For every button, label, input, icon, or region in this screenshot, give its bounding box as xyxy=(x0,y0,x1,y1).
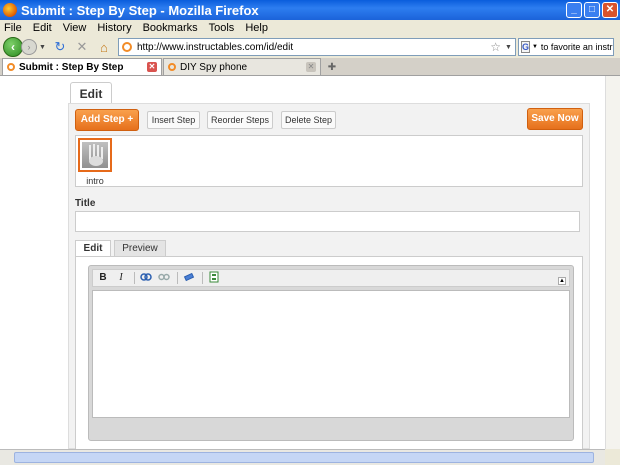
bold-icon[interactable]: B xyxy=(95,271,111,285)
title-label: Title xyxy=(75,198,96,209)
search-dropdown-icon[interactable]: ▼ xyxy=(532,44,538,50)
unlink-icon[interactable] xyxy=(156,271,172,285)
editor-tab-preview[interactable]: Preview xyxy=(114,240,166,256)
tab-submit[interactable]: Submit : Step By Step ✕ xyxy=(2,58,162,75)
window-controls: _ □ ✕ xyxy=(564,2,618,18)
menu-file[interactable]: File xyxy=(4,22,22,34)
vertical-scrollbar[interactable] xyxy=(605,76,620,449)
forward-icon[interactable]: › xyxy=(21,39,37,55)
edit-panel: Add Step + Insert Step Reorder Steps Del… xyxy=(68,103,590,450)
home-icon[interactable]: ⌂ xyxy=(96,39,112,55)
tab-diy-spy-phone[interactable]: DIY Spy phone ✕ xyxy=(163,58,321,75)
page-content: Edit Add Step + Insert Step Reorder Step… xyxy=(0,76,605,450)
menu-edit[interactable]: Edit xyxy=(33,22,52,34)
insert-step-button[interactable]: Insert Step xyxy=(147,111,200,129)
new-tab-icon[interactable]: ✚ xyxy=(324,61,340,75)
firefox-icon xyxy=(3,3,17,17)
close-window-button[interactable]: ✕ xyxy=(602,2,618,18)
back-icon[interactable]: ‹ xyxy=(3,37,23,57)
italic-icon[interactable]: I xyxy=(113,271,129,285)
menu-tools[interactable]: Tools xyxy=(209,22,235,34)
tab-close-icon[interactable]: ✕ xyxy=(306,62,316,72)
window-titlebar: Submit : Step By Step - Mozilla Firefox … xyxy=(0,0,620,20)
google-search-icon[interactable]: G xyxy=(520,41,530,53)
scrollbar-corner xyxy=(605,449,620,465)
menu-history[interactable]: History xyxy=(97,22,131,34)
menu-bar: File Edit View History Bookmarks Tools H… xyxy=(0,20,620,36)
toolbar-separator xyxy=(177,272,178,284)
tab-close-icon[interactable]: ✕ xyxy=(147,62,157,72)
add-step-button[interactable]: Add Step + xyxy=(75,109,139,131)
delete-step-button[interactable]: Delete Step xyxy=(281,111,336,129)
navigation-bar: ‹ › ▼ ↻ ✕ ⌂ http://www.instructables.com… xyxy=(0,36,620,58)
stop-icon[interactable]: ✕ xyxy=(74,39,90,55)
menu-view[interactable]: View xyxy=(63,22,87,34)
editor-tab-edit[interactable]: Edit xyxy=(75,240,111,256)
link-icon[interactable] xyxy=(138,271,154,285)
tab-label: Submit : Step By Step xyxy=(19,61,124,73)
menu-bookmarks[interactable]: Bookmarks xyxy=(143,22,198,34)
tab-bar: Submit : Step By Step ✕ DIY Spy phone ✕ … xyxy=(0,58,620,76)
url-dropdown-icon[interactable]: ▼ xyxy=(505,44,512,51)
window-title: Submit : Step By Step - Mozilla Firefox xyxy=(21,2,259,18)
search-bar[interactable]: G ▼ to favorite an instru xyxy=(517,38,614,56)
menu-help[interactable]: Help xyxy=(245,22,268,34)
step-thumbnail-label: intro xyxy=(86,176,104,186)
url-text[interactable]: http://www.instructables.com/id/edit xyxy=(137,42,490,53)
reload-icon[interactable]: ↻ xyxy=(52,39,68,55)
history-dropdown-icon[interactable]: ▼ xyxy=(39,44,46,51)
step-thumbnail[interactable] xyxy=(78,138,112,172)
rich-text-editor: B I ▲ xyxy=(88,265,574,441)
editor-text-area[interactable] xyxy=(92,290,570,418)
url-bar[interactable]: http://www.instructables.com/id/edit ☆ ▼ xyxy=(117,38,516,56)
toolbar-separator xyxy=(134,272,135,284)
editor-container: B I ▲ xyxy=(75,256,583,450)
maximize-button[interactable]: □ xyxy=(584,2,600,18)
tab-favicon-icon xyxy=(168,63,176,71)
horizontal-scrollbar[interactable] xyxy=(0,449,605,465)
steps-strip: intro xyxy=(75,135,583,187)
horizontal-scroll-thumb[interactable] xyxy=(14,452,594,463)
minimize-button[interactable]: _ xyxy=(566,2,582,18)
title-input[interactable] xyxy=(75,211,580,232)
eraser-icon[interactable] xyxy=(181,271,197,285)
editor-toolbar: B I ▲ xyxy=(92,269,570,287)
image-icon[interactable] xyxy=(206,271,222,285)
tab-label: DIY Spy phone xyxy=(180,61,248,73)
page-edit-tab[interactable]: Edit xyxy=(70,82,112,104)
collapse-toolbar-icon[interactable]: ▲ xyxy=(558,277,566,285)
reorder-steps-button[interactable]: Reorder Steps xyxy=(207,111,273,129)
tab-favicon-icon xyxy=(7,63,15,71)
toolbar-separator xyxy=(202,272,203,284)
site-favicon-icon xyxy=(121,42,132,52)
search-input[interactable]: to favorite an instru xyxy=(541,42,613,52)
save-now-button[interactable]: Save Now xyxy=(527,108,583,130)
bookmark-star-icon[interactable]: ☆ xyxy=(490,40,501,54)
step-thumbnail-image xyxy=(82,142,108,168)
